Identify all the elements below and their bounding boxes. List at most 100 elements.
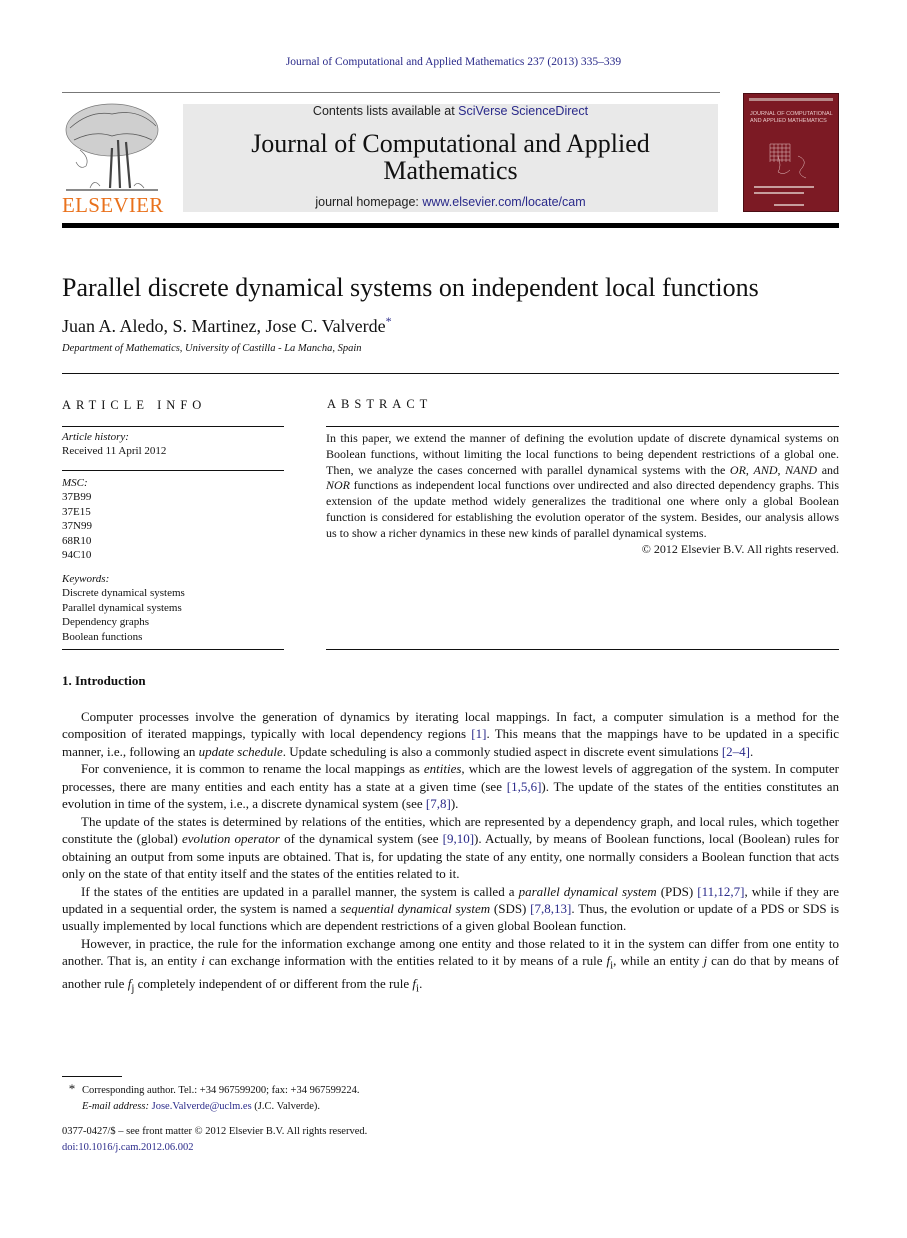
keywords-rule [62, 649, 284, 650]
keyword: Parallel dynamical systems [62, 601, 182, 614]
emphasis: entities [423, 761, 462, 777]
abstract-rule [326, 426, 839, 427]
article-history: Article history: Received 11 April 2012 [62, 430, 284, 459]
msc-code: 68R10 [62, 534, 92, 547]
text: can exchange information with the entiti… [204, 953, 607, 969]
article-title: Parallel discrete dynamical systems on i… [62, 273, 759, 302]
footnote-marker: * [68, 1081, 76, 1096]
text: of the dynamical system (see [279, 831, 443, 847]
paragraph: The update of the states is determined b… [62, 813, 839, 883]
journal-cover-image: JOURNAL OF COMPUTATIONAL AND APPLIED MAT… [743, 93, 839, 212]
cover-line [754, 186, 814, 188]
paragraph: However, in practice, the rule for the i… [62, 935, 839, 999]
abstract-text-part: functions as independent local functions… [326, 478, 839, 540]
footnotes: * Corresponding author. Tel.: +34 9675992… [62, 1081, 562, 1115]
contents-line: Contents lists available at SciVerse Sci… [183, 104, 718, 118]
msc-codes: MSC: 37B99 37E15 37N99 68R10 94C10 [62, 476, 284, 562]
text: . [750, 743, 754, 759]
contents-prefix: Contents lists available at [312, 104, 459, 118]
affiliation: Department of Mathematics, University of… [62, 343, 362, 354]
text: , while an entity [613, 953, 704, 969]
author-list: Juan A. Aledo, S. Martinez, Jose C. Valv… [62, 316, 386, 336]
article-info-rule [62, 426, 284, 427]
paragraph: Computer processes involve the generatio… [62, 708, 839, 760]
citation-link[interactable]: [1] [471, 726, 486, 741]
running-head[interactable]: Journal of Computational and Applied Mat… [0, 56, 907, 68]
emphasis: sequential dynamical system [340, 900, 491, 916]
abstract-emphasis: NAND [785, 462, 818, 477]
msc-code: 37B99 [62, 491, 92, 504]
cover-top-strip [749, 98, 833, 101]
section-heading-introduction: 1. Introduction [62, 673, 146, 688]
cover-line [774, 204, 804, 206]
homepage-line: journal homepage: www.elsevier.com/locat… [183, 195, 718, 209]
history-label: Article history: [62, 431, 129, 443]
header-bottom-rule [62, 223, 839, 228]
abstract-text-part: and [817, 462, 840, 477]
msc-code: 37E15 [62, 505, 91, 518]
introduction-body: Computer processes involve the generatio… [62, 708, 839, 998]
history-rule [62, 470, 284, 471]
keyword: Discrete dynamical systems [62, 587, 185, 600]
footnote-corresponding: * Corresponding author. Tel.: +34 9675992… [62, 1081, 562, 1099]
cover-graphic-icon [769, 143, 807, 179]
sciencedirect-link[interactable]: SciVerse ScienceDirect [458, 104, 588, 118]
doi-link[interactable]: doi:10.1016/j.cam.2012.06.002 [62, 1140, 367, 1156]
citation-link[interactable]: [2–4] [722, 744, 750, 759]
cover-title: JOURNAL OF COMPUTATIONAL AND APPLIED MAT… [750, 111, 833, 124]
title-rule [62, 373, 839, 374]
keywords: Keywords: Discrete dynamical systems Par… [62, 572, 284, 644]
authors: Juan A. Aledo, S. Martinez, Jose C. Valv… [62, 314, 392, 337]
abstract-text-part: , [745, 462, 754, 477]
text: completely independent of or different f… [134, 976, 413, 992]
text: For convenience, it is common to rename … [81, 761, 424, 777]
citation-link[interactable]: [11,12,7] [697, 884, 744, 899]
article-info-heading: ARTICLE INFO [62, 398, 207, 412]
keyword: Dependency graphs [62, 616, 150, 629]
abstract-emphasis: NOR [326, 478, 350, 493]
email-suffix: (J.C. Valverde). [251, 1101, 321, 1112]
keyword: Boolean functions [62, 630, 143, 643]
abstract-text: In this paper, we extend the manner of d… [326, 431, 839, 557]
keywords-label: Keywords: [62, 573, 110, 585]
text: . Update scheduling is also a commonly s… [282, 743, 722, 759]
footnote-text: Corresponding author. Tel.: +34 96759920… [82, 1085, 360, 1096]
text: If the states of the entities are update… [81, 883, 519, 899]
journal-homepage-link[interactable]: www.elsevier.com/locate/cam [422, 195, 585, 209]
paragraph: For convenience, it is common to rename … [62, 760, 839, 812]
abstract-heading: ABSTRACT [327, 397, 433, 411]
text: ). [450, 796, 459, 812]
header-top-rule [62, 92, 720, 93]
corresponding-author-marker[interactable]: * [386, 314, 392, 328]
abstract-emphasis: AND [753, 462, 778, 477]
text: (SDS) [490, 900, 531, 916]
msc-code: 94C10 [62, 549, 92, 562]
citation-link[interactable]: [7,8,13] [530, 901, 571, 916]
email-link[interactable]: Jose.Valverde@uclm.es [152, 1101, 252, 1112]
cover-line [754, 192, 804, 194]
emphasis: parallel dynamical system [518, 883, 657, 899]
homepage-prefix: journal homepage: [315, 195, 423, 209]
history-received: Received 11 April 2012 [62, 445, 167, 458]
citation-link[interactable]: [1,5,6] [507, 779, 542, 794]
abstract-copyright: © 2012 Elsevier B.V. All rights reserved… [641, 541, 839, 556]
citation-link[interactable]: [7,8] [426, 796, 451, 811]
emphasis: update schedule [198, 743, 283, 759]
text: (PDS) [656, 883, 698, 899]
front-matter-text: 0377-0427/$ – see front matter © 2012 El… [62, 1126, 368, 1137]
emphasis: evolution operator [181, 831, 280, 847]
paragraph: If the states of the entities are update… [62, 883, 839, 935]
front-matter: 0377-0427/$ – see front matter © 2012 El… [62, 1124, 367, 1156]
abstract-bottom-rule [326, 649, 839, 650]
text: . [419, 976, 423, 992]
journal-title: Journal of Computational and Applied Mat… [251, 129, 650, 185]
msc-code: 37N99 [62, 520, 92, 533]
abstract-text-part: , [777, 462, 786, 477]
abstract-emphasis: OR [729, 462, 746, 477]
footnote-email: E-mail address: Jose.Valverde@uclm.es (J… [62, 1099, 562, 1115]
elsevier-wordmark: ELSEVIER [62, 193, 164, 217]
email-label: E-mail address: [82, 1101, 152, 1112]
footnote-rule [62, 1076, 122, 1077]
citation-link[interactable]: [9,10] [443, 831, 474, 846]
msc-label: MSC: [62, 477, 88, 489]
